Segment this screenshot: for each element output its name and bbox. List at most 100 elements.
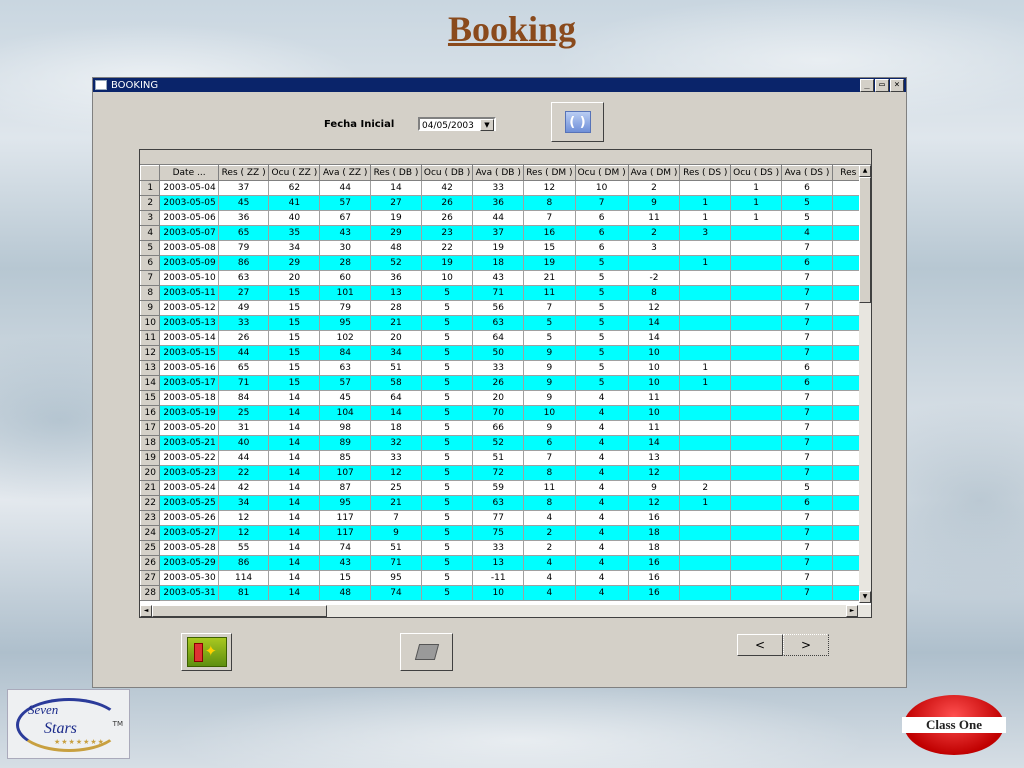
row-number-cell[interactable]: 12 [140,345,161,361]
row-number-cell[interactable]: 2 [140,195,161,211]
row-number-cell[interactable]: 8 [140,285,161,301]
table-row[interactable]: 22 2003-05-25 34 14 95 21 5 63 8 4 12 1 6 [140,495,871,511]
row-number-cell[interactable]: 1 [140,180,161,196]
table-row[interactable]: 13 2003-05-16 65 15 63 51 5 33 9 5 10 1 6 [140,360,871,376]
table-row[interactable]: 6 2003-05-09 86 29 28 52 19 18 19 5 1 6 [140,255,871,271]
row-number-cell[interactable]: 13 [140,360,161,376]
row-number-cell[interactable]: 3 [140,210,161,226]
row-number-cell[interactable]: 27 [140,570,161,586]
table-row[interactable]: 18 2003-05-21 40 14 89 32 5 52 6 4 14 7 [140,435,871,451]
scroll-right-icon[interactable]: ► [846,605,858,617]
scroll-up-icon[interactable]: ▲ [859,165,871,177]
fecha-inicial-dropdown[interactable]: 04/05/2003 ▼ [418,117,496,131]
row-number-cell[interactable]: 4 [140,225,161,241]
table-cell: 5 [420,315,474,331]
row-number-cell[interactable]: 26 [140,555,161,571]
table-row[interactable]: 24 2003-05-27 12 14 117 9 5 75 2 4 18 7 [140,525,871,541]
table-cell: 20 [472,390,525,406]
table-cell: 52 [370,255,422,271]
table-row[interactable]: 2 2003-05-05 45 41 57 27 26 36 8 7 9 1 1 5 [140,195,871,211]
print-button[interactable] [400,633,453,671]
refresh-button[interactable]: ( ) [551,102,604,142]
dropdown-arrow-icon[interactable]: ▼ [480,119,494,131]
table-row[interactable]: 16 2003-05-19 25 14 104 14 5 70 10 4 10 7 [140,405,871,421]
table-row[interactable]: 15 2003-05-18 84 14 45 64 5 20 9 4 11 7 [140,390,871,406]
table-row[interactable]: 27 2003-05-30 114 14 15 95 5 -11 4 4 16 7 [140,570,871,586]
column-header[interactable]: Res ( ZZ ) [217,165,270,181]
table-row[interactable]: 26 2003-05-29 86 14 43 71 5 13 4 4 16 7 [140,555,871,571]
vertical-scroll-thumb[interactable] [859,177,871,303]
column-header[interactable]: Ava ( DS ) [781,165,833,181]
table-cell [730,240,783,256]
table-row[interactable]: 25 2003-05-28 55 14 74 51 5 33 2 4 18 7 [140,540,871,556]
row-number-cell[interactable]: 15 [140,390,161,406]
table-row[interactable]: 8 2003-05-11 27 15 101 13 5 71 11 5 8 7 [140,285,871,301]
column-header[interactable]: Date ... [159,165,219,181]
row-number-cell[interactable]: 28 [140,585,161,601]
horizontal-scroll-thumb[interactable] [152,605,327,617]
table-row[interactable]: 7 2003-05-10 63 20 60 36 10 43 21 5 -2 7 [140,270,871,286]
minimize-button[interactable]: _ [860,79,874,92]
previous-button[interactable]: < [737,634,783,656]
scroll-down-icon[interactable]: ▼ [859,591,871,603]
column-header[interactable]: Ava ( ZZ ) [319,165,372,181]
row-number-cell[interactable]: 23 [140,510,161,526]
row-number-cell[interactable]: 5 [140,240,161,256]
row-number-cell[interactable]: 9 [140,300,161,316]
restore-button[interactable]: ▭ [875,79,889,92]
table-row[interactable]: 1 2003-05-04 37 62 44 14 42 33 12 10 2 1 6 [140,180,871,196]
table-row[interactable]: 4 2003-05-07 65 35 43 29 23 37 16 6 2 3 4 [140,225,871,241]
table-row[interactable]: 23 2003-05-26 12 14 117 7 5 77 4 4 16 7 [140,510,871,526]
table-row[interactable]: 5 2003-05-08 79 34 30 48 22 19 15 6 3 7 [140,240,871,256]
table-row[interactable]: 11 2003-05-14 26 15 102 20 5 64 5 5 14 7 [140,330,871,346]
booking-grid[interactable]: Date ... Res ( ZZ ) Ocu ( ZZ ) Ava ( ZZ ) Re… [139,149,872,618]
column-header[interactable]: Ava ( DM ) [627,165,681,181]
table-cell: 36 [217,210,270,226]
column-header[interactable]: Ocu ( DS ) [730,165,783,181]
row-number-cell[interactable]: 17 [140,420,161,436]
column-header[interactable]: Ocu ( ZZ ) [268,165,321,181]
table-row[interactable]: 21 2003-05-24 42 14 87 25 5 59 11 4 9 2 5 [140,480,871,496]
table-row[interactable]: 14 2003-05-17 71 15 57 58 5 26 9 5 10 1 6 [140,375,871,391]
scroll-left-icon[interactable]: ◄ [140,605,152,617]
table-cell: 2003-05-25 [159,495,219,511]
row-number-cell[interactable]: 22 [140,495,161,511]
table-cell: 2003-05-21 [159,435,219,451]
table-row[interactable]: 3 2003-05-06 36 40 67 19 26 44 7 6 11 1 1 5 [140,210,871,226]
column-header[interactable]: Ava ( DB ) [472,165,525,181]
table-row[interactable]: 12 2003-05-15 44 15 84 34 5 50 9 5 10 7 [140,345,871,361]
row-number-cell[interactable]: 6 [140,255,161,271]
row-number-cell[interactable]: 11 [140,330,161,346]
row-number-cell[interactable]: 16 [140,405,161,421]
column-header[interactable]: Res ( DM ) [523,165,576,181]
table-row[interactable]: 20 2003-05-23 22 14 107 12 5 72 8 4 12 7 [140,465,871,481]
column-header[interactable]: Res ( DS ) [679,165,732,181]
row-number-cell[interactable]: 21 [140,480,161,496]
vertical-scrollbar[interactable]: ▲ ▼ [859,165,871,603]
column-header[interactable]: Ocu ( DB ) [420,165,474,181]
table-cell: 14 [268,495,321,511]
close-button[interactable]: × [890,79,904,92]
horizontal-scrollbar[interactable]: ◄ ► [140,605,871,617]
row-number-cell[interactable]: 24 [140,525,161,541]
table-row[interactable]: 9 2003-05-12 49 15 79 28 5 56 7 5 12 7 [140,300,871,316]
table-cell: 102 [319,330,372,346]
row-number-cell[interactable]: 10 [140,315,161,331]
table-row[interactable]: 17 2003-05-20 31 14 98 18 5 66 9 4 11 7 [140,420,871,436]
row-number-cell[interactable]: 19 [140,450,161,466]
column-header[interactable]: Ocu ( DM ) [574,165,629,181]
row-number-header[interactable] [140,165,161,181]
table-row[interactable]: 10 2003-05-13 33 15 95 21 5 63 5 5 14 7 [140,315,871,331]
row-number-cell[interactable]: 20 [140,465,161,481]
table-cell: 34 [370,345,422,361]
next-button[interactable]: > [783,634,829,656]
column-header[interactable]: Res ( DB ) [370,165,422,181]
exit-button[interactable]: ✦ [181,633,232,671]
row-number-cell[interactable]: 18 [140,435,161,451]
table-row[interactable]: 28 2003-05-31 81 14 48 74 5 10 4 4 16 7 [140,585,871,601]
row-number-cell[interactable]: 14 [140,375,161,391]
window-titlebar[interactable]: BOOKING _ ▭ × [93,78,906,92]
row-number-cell[interactable]: 25 [140,540,161,556]
row-number-cell[interactable]: 7 [140,270,161,286]
table-row[interactable]: 19 2003-05-22 44 14 85 33 5 51 7 4 13 7 [140,450,871,466]
